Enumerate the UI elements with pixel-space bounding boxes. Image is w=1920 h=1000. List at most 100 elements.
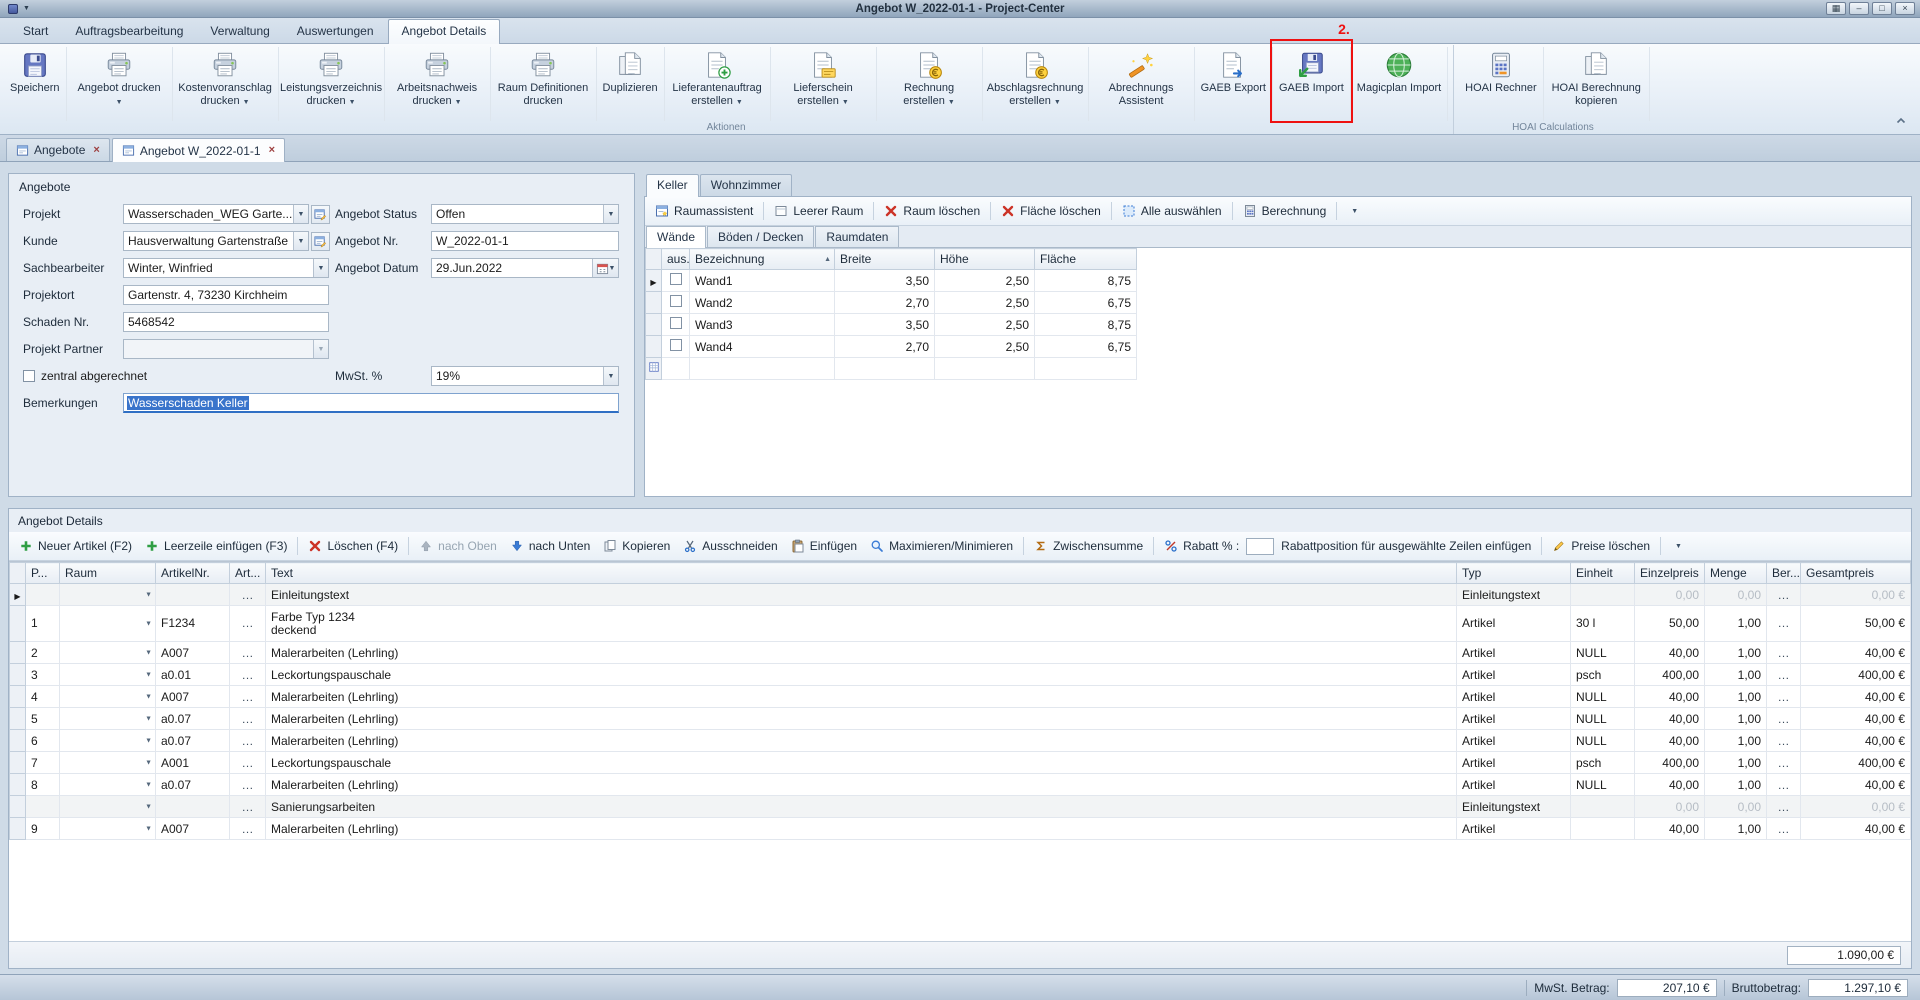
ribbon-button-hoai-rechner[interactable]: HOAI Rechner xyxy=(1459,47,1544,121)
chevron-down-icon[interactable]: ▼ xyxy=(145,803,152,810)
berechnung-ellipsis-button[interactable]: … xyxy=(1767,796,1801,818)
text-cell[interactable]: Einleitungstext xyxy=(266,584,1457,606)
position-row[interactable]: ▶▼…EinleitungstextEinleitungstext0,000,0… xyxy=(10,584,1911,606)
hoehe-cell[interactable]: 2,50 xyxy=(935,292,1035,314)
menge-cell[interactable]: 1,00 xyxy=(1705,818,1767,840)
menge-cell[interactable]: 1,00 xyxy=(1705,708,1767,730)
ribbon-button-raum-definitionen-drucken[interactable]: Raum Definitionen drucken xyxy=(491,47,597,121)
typ-cell[interactable]: Einleitungstext xyxy=(1457,584,1571,606)
ribbon-tab-start[interactable]: Start xyxy=(10,20,61,43)
menge-cell[interactable]: 1,00 xyxy=(1705,730,1767,752)
artikelnr-cell[interactable]: A007 xyxy=(156,642,230,664)
einzelpreis-cell[interactable]: 400,00 xyxy=(1635,664,1705,686)
details-header-artikelnr[interactable]: ArtikelNr. xyxy=(156,563,230,584)
ribbon-button-abschlagsrechnung-erstellen[interactable]: Abschlagsrechnung erstellen ▼ xyxy=(983,47,1089,121)
room-grid-header-aus[interactable]: aus... xyxy=(662,249,690,270)
pos-cell[interactable]: 2 xyxy=(26,642,60,664)
einheit-cell[interactable] xyxy=(1571,796,1635,818)
row-selector[interactable] xyxy=(10,818,26,840)
pos-cell[interactable]: 9 xyxy=(26,818,60,840)
gesamtpreis-cell[interactable]: 0,00 € xyxy=(1801,796,1911,818)
einzelpreis-cell[interactable]: 400,00 xyxy=(1635,752,1705,774)
raum-cell[interactable]: ▼ xyxy=(60,730,156,752)
chevron-down-icon[interactable]: ▼ xyxy=(603,205,618,223)
breite-cell[interactable]: 3,50 xyxy=(835,270,935,292)
document-tab-angebot-w-2022-01-1[interactable]: Angebot W_2022-01-1× xyxy=(112,138,285,162)
schaden-nr-input[interactable]: 5468542 xyxy=(123,312,329,332)
details-tool-loeschen-f4[interactable]: Löschen (F4) xyxy=(302,536,404,556)
details-tool-kopieren[interactable]: Kopieren xyxy=(597,536,676,556)
artikel-ellipsis-button[interactable]: … xyxy=(230,752,266,774)
room-subtab-waende[interactable]: Wände xyxy=(646,226,706,248)
ribbon-button-kostenvoranschlag-drucken[interactable]: Kostenvoranschlag drucken ▼ xyxy=(173,47,279,121)
flaeche-cell[interactable]: 8,75 xyxy=(1035,270,1137,292)
artikel-ellipsis-button[interactable]: … xyxy=(230,708,266,730)
chevron-down-icon[interactable]: ▼ xyxy=(145,737,152,744)
artikelnr-cell[interactable]: A001 xyxy=(156,752,230,774)
raum-cell[interactable]: ▼ xyxy=(60,664,156,686)
gesamtpreis-cell[interactable]: 40,00 € xyxy=(1801,730,1911,752)
flaeche-cell[interactable]: 6,75 xyxy=(1035,292,1137,314)
gesamtpreis-cell[interactable]: 40,00 € xyxy=(1801,642,1911,664)
row-checkbox[interactable] xyxy=(670,317,682,329)
berechnung-ellipsis-button[interactable]: … xyxy=(1767,730,1801,752)
app-icon[interactable] xyxy=(8,4,18,14)
projekt-edit-button[interactable] xyxy=(311,205,330,224)
einzelpreis-cell[interactable]: 0,00 xyxy=(1635,796,1705,818)
artikelnr-cell[interactable]: a0.07 xyxy=(156,730,230,752)
raum-cell[interactable]: ▼ xyxy=(60,606,156,642)
hoehe-cell[interactable]: 2,50 xyxy=(935,270,1035,292)
artikel-ellipsis-button[interactable]: … xyxy=(230,774,266,796)
details-header-p[interactable]: P... xyxy=(26,563,60,584)
menge-cell[interactable]: 1,00 xyxy=(1705,606,1767,642)
menge-cell[interactable]: 1,00 xyxy=(1705,774,1767,796)
text-cell[interactable]: Malerarbeiten (Lehrling) xyxy=(266,708,1457,730)
row-selector[interactable] xyxy=(10,686,26,708)
details-tool-rabattposition-fuer-ausgewaehlte-zeilen-einfuegen[interactable]: Rabattposition für ausgewählte Zeilen ei… xyxy=(1275,536,1537,556)
row-checkbox[interactable] xyxy=(670,273,682,285)
position-row[interactable]: 4▼A007…Malerarbeiten (Lehrling)ArtikelNU… xyxy=(10,686,1911,708)
close-button[interactable]: × xyxy=(1895,2,1915,15)
berechnung-ellipsis-button[interactable]: … xyxy=(1767,708,1801,730)
berechnung-ellipsis-button[interactable]: … xyxy=(1767,774,1801,796)
room-tool-alle-auswaehlen[interactable]: Alle auswählen xyxy=(1116,201,1228,221)
text-cell[interactable]: Sanierungsarbeiten xyxy=(266,796,1457,818)
ribbon-button-angebot-drucken[interactable]: Angebot drucken ▼ xyxy=(67,47,173,121)
tab-close-icon[interactable]: × xyxy=(269,145,275,156)
chevron-down-icon[interactable]: ▼ xyxy=(145,715,152,722)
typ-cell[interactable]: Artikel xyxy=(1457,686,1571,708)
ribbon-button-abrechnungs-assistent[interactable]: Abrechnungs Assistent xyxy=(1089,47,1195,121)
bezeichnung-cell[interactable]: Wand3 xyxy=(690,314,835,336)
details-tool-ausschneiden[interactable]: Ausschneiden xyxy=(677,536,783,556)
typ-cell[interactable]: Einleitungstext xyxy=(1457,796,1571,818)
position-row[interactable]: 5▼a0.07…Malerarbeiten (Lehrling)ArtikelN… xyxy=(10,708,1911,730)
artikel-ellipsis-button[interactable]: … xyxy=(230,664,266,686)
raum-cell[interactable]: ▼ xyxy=(60,708,156,730)
raum-cell[interactable]: ▼ xyxy=(60,642,156,664)
einzelpreis-cell[interactable]: 40,00 xyxy=(1635,708,1705,730)
gesamtpreis-cell[interactable]: 400,00 € xyxy=(1801,664,1911,686)
calendar-dropdown-button[interactable]: ▼ xyxy=(592,259,618,277)
details-header-text[interactable]: Text xyxy=(266,563,1457,584)
menge-cell[interactable]: 1,00 xyxy=(1705,752,1767,774)
angebot-nr-input[interactable]: W_2022-01-1 xyxy=(431,231,619,251)
einzelpreis-cell[interactable]: 50,00 xyxy=(1635,606,1705,642)
angebot-status-combobox[interactable]: Offen ▼ xyxy=(431,204,619,224)
room-grid-header-breite[interactable]: Breite xyxy=(835,249,935,270)
wall-row[interactable]: ▶Wand13,502,508,75 xyxy=(646,270,1137,292)
text-cell[interactable]: Leckortungspauschale xyxy=(266,752,1457,774)
einzelpreis-cell[interactable]: 40,00 xyxy=(1635,730,1705,752)
berechnung-ellipsis-button[interactable]: … xyxy=(1767,606,1801,642)
position-row[interactable]: 9▼A007…Malerarbeiten (Lehrling)Artikel40… xyxy=(10,818,1911,840)
ribbon-button-leistungsverzeichnis-drucken[interactable]: Leistungsverzeichnis drucken ▼ xyxy=(279,47,385,121)
gesamtpreis-cell[interactable]: 40,00 € xyxy=(1801,818,1911,840)
artikelnr-cell[interactable] xyxy=(156,584,230,606)
einheit-cell[interactable]: NULL xyxy=(1571,730,1635,752)
artikel-ellipsis-button[interactable]: … xyxy=(230,818,266,840)
breite-cell[interactable]: 2,70 xyxy=(835,336,935,358)
einzelpreis-cell[interactable]: 40,00 xyxy=(1635,774,1705,796)
ribbon-button-lieferschein-erstellen[interactable]: Lieferschein erstellen ▼ xyxy=(771,47,877,121)
room-grid-header-bezeichnung[interactable]: Bezeichnung▲ xyxy=(690,249,835,270)
gesamtpreis-cell[interactable]: 40,00 € xyxy=(1801,686,1911,708)
minimize-button[interactable]: – xyxy=(1849,2,1869,15)
